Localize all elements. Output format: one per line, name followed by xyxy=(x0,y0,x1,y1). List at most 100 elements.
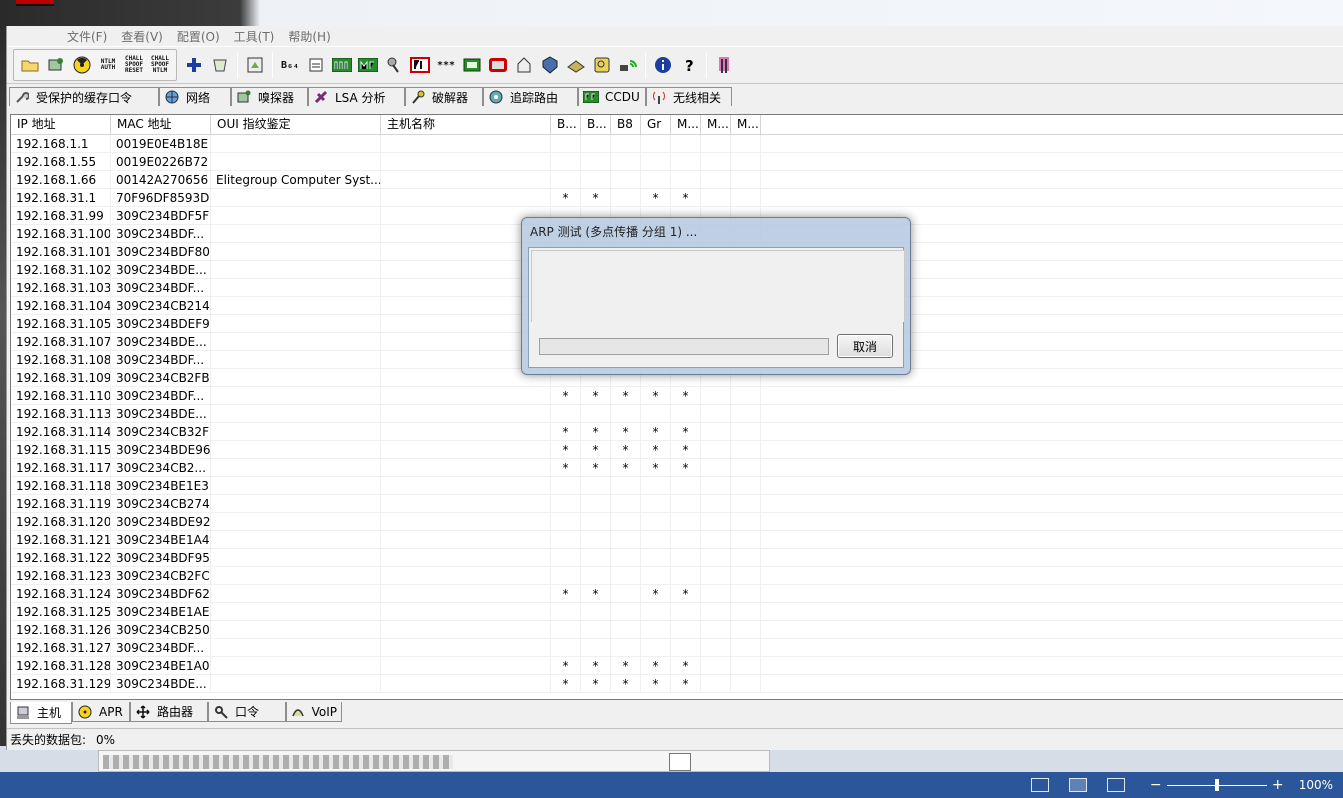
column-m2[interactable]: M... xyxy=(701,115,731,134)
cell-hostname xyxy=(381,477,551,494)
lm-ntlm-hash-icon[interactable] xyxy=(330,53,354,77)
tab-wireless[interactable]: 无线相关 xyxy=(646,87,732,106)
menu-view[interactable]: 查看(V) xyxy=(121,28,163,45)
column-m1[interactable]: M... xyxy=(671,115,701,134)
table-row[interactable]: 192.168.31.120 309C234BDE92 xyxy=(11,513,1343,531)
tab-hosts[interactable]: 主机 xyxy=(10,702,72,724)
mscache-hash-icon[interactable] xyxy=(356,53,380,77)
column-hostname[interactable]: 主机名称 xyxy=(381,115,551,134)
table-row[interactable]: 192.168.31.127 309C234BDF... xyxy=(11,639,1343,657)
rdp-hash-icon[interactable] xyxy=(408,53,432,77)
tab-network[interactable]: 网络 xyxy=(159,87,231,106)
table-row[interactable]: 192.168.31.125 309C234BE1AE xyxy=(11,603,1343,621)
table-row[interactable]: 192.168.31.115 309C234BDE96 * * * * * xyxy=(11,441,1343,459)
tab-voip[interactable]: VoIP xyxy=(286,702,342,722)
remove-icon[interactable] xyxy=(208,53,232,77)
column-mac[interactable]: MAC 地址 xyxy=(111,115,211,134)
hash-list-icon[interactable] xyxy=(460,53,484,77)
box-revealer-icon[interactable] xyxy=(486,53,510,77)
cell-m1: * xyxy=(671,585,701,602)
open-folder-icon[interactable] xyxy=(18,53,42,77)
wireless-key-icon[interactable] xyxy=(382,53,406,77)
table-row[interactable]: 192.168.31.118 309C234BE1E3 xyxy=(11,477,1343,495)
cell-m1 xyxy=(671,621,701,638)
zoom-in-button[interactable]: + xyxy=(1271,777,1285,793)
table-row[interactable]: 192.168.31.121 309C234BE1A4 xyxy=(11,531,1343,549)
cell-ip: 192.168.31.128 xyxy=(11,657,111,674)
column-oui[interactable]: OUI 指纹鉴定 xyxy=(211,115,381,134)
table-row[interactable]: 192.168.31.117 309C234CB2... * * * * * xyxy=(11,459,1343,477)
tab-cracker[interactable]: 破解器 xyxy=(405,87,483,106)
cell-mac: 309C234CB2FB xyxy=(111,369,211,386)
wifi-icon[interactable] xyxy=(616,53,640,77)
column-b2[interactable]: B... xyxy=(581,115,611,134)
table-row[interactable]: 192.168.31.126 309C234CB250 xyxy=(11,621,1343,639)
table-row[interactable]: 192.168.1.1 0019E0E4B18E xyxy=(11,135,1343,153)
zoom-slider[interactable] xyxy=(1166,778,1267,791)
column-gr[interactable]: Gr xyxy=(641,115,671,134)
cain-logo-icon[interactable] xyxy=(712,53,736,77)
tab-traceroute[interactable]: 追踪路由 xyxy=(483,87,578,106)
table-row[interactable]: 192.168.31.122 309C234BDF95 xyxy=(11,549,1343,567)
password-key-icon[interactable] xyxy=(590,53,614,77)
scan-icon[interactable] xyxy=(243,53,267,77)
tab-ccdu[interactable]: CCDU xyxy=(578,87,646,106)
help-icon[interactable]: ? xyxy=(677,53,701,77)
read-mode-icon[interactable] xyxy=(1030,778,1049,792)
cancel-button[interactable]: 取消 xyxy=(837,334,893,358)
cell-hostname xyxy=(381,675,551,692)
column-b8[interactable]: B8 xyxy=(611,115,641,134)
tab-router[interactable]: 路由器 xyxy=(130,702,208,722)
tab-passwords[interactable]: 口令 xyxy=(208,702,286,722)
cell-m1: * xyxy=(671,675,701,692)
info-icon[interactable] xyxy=(651,53,675,77)
cell-gr xyxy=(641,621,671,638)
table-row[interactable]: 192.168.1.66 00142A270656 Elitegroup Compu… xyxy=(11,171,1343,189)
password-decoder-button[interactable]: *** xyxy=(434,53,458,77)
table-row[interactable]: 192.168.31.123 309C234CB2FC xyxy=(11,567,1343,585)
base64-button[interactable]: B₆₄ xyxy=(278,53,302,77)
zoom-slider-thumb[interactable] xyxy=(1214,778,1219,791)
chall-spoof-ntlm-button[interactable]: CHALL SPOOF NTLM xyxy=(148,53,172,77)
routing-icon[interactable] xyxy=(512,53,536,77)
tab-apr[interactable]: APR xyxy=(72,702,130,722)
table-row[interactable]: 192.168.31.1 70F96DF8593D * * * * xyxy=(11,189,1343,207)
hash-calculator-icon[interactable] xyxy=(304,53,328,77)
menu-config[interactable]: 配置(O) xyxy=(177,28,220,45)
ntlm-auth-button[interactable]: NTLM AUTH xyxy=(96,53,120,77)
certificate-icon[interactable] xyxy=(538,53,562,77)
column-m3[interactable]: M... xyxy=(731,115,761,134)
cell-gr xyxy=(641,549,671,566)
cell-oui xyxy=(211,657,381,674)
cell-b1: * xyxy=(551,423,581,440)
table-row[interactable]: 192.168.1.55 0019E0226B72 xyxy=(11,153,1343,171)
table-row[interactable]: 192.168.31.128 309C234BE1A0 * * * * * xyxy=(11,657,1343,675)
tab-label: 追踪路由 xyxy=(510,90,559,105)
menu-file[interactable]: 文件(F) xyxy=(67,28,107,45)
table-row[interactable]: 192.168.31.114 309C234CB32F * * * * * xyxy=(11,423,1343,441)
table-row[interactable]: 192.168.31.110 309C234BDF... * * * * * xyxy=(11,387,1343,405)
tab-protected-cache[interactable]: 受保护的缓存口令 xyxy=(9,87,159,106)
cell-gr xyxy=(641,513,671,530)
table-row[interactable]: 192.168.31.124 309C234BDF62 * * * * xyxy=(11,585,1343,603)
chall-spoof-reset-button[interactable]: CHALL SPOOF RESET xyxy=(122,53,146,77)
print-layout-icon[interactable] xyxy=(1068,778,1087,792)
sniffer-start-icon[interactable] xyxy=(44,53,68,77)
table-row[interactable]: 192.168.31.119 309C234CB274 xyxy=(11,495,1343,513)
column-ip[interactable]: IP 地址 xyxy=(11,115,111,134)
add-plus-icon[interactable] xyxy=(182,53,206,77)
zoom-level[interactable]: 100% xyxy=(1299,778,1333,792)
tab-sniffer[interactable]: 嗅探器 xyxy=(231,87,308,106)
table-row[interactable]: 192.168.31.129 309C234BDE... * * * * * xyxy=(11,675,1343,693)
cell-m1: * xyxy=(671,459,701,476)
zoom-out-button[interactable]: − xyxy=(1149,777,1163,793)
tab-lsa[interactable]: LSA 分析 xyxy=(308,87,405,106)
web-layout-icon[interactable] xyxy=(1106,778,1125,792)
cell-b1: * xyxy=(551,441,581,458)
database-icon[interactable] xyxy=(564,53,588,77)
apr-radiation-icon[interactable] xyxy=(70,53,94,77)
menu-help[interactable]: 帮助(H) xyxy=(288,28,330,45)
menu-tools[interactable]: 工具(T) xyxy=(234,28,275,45)
table-row[interactable]: 192.168.31.113 309C234BDE... xyxy=(11,405,1343,423)
column-b1[interactable]: B... xyxy=(551,115,581,134)
